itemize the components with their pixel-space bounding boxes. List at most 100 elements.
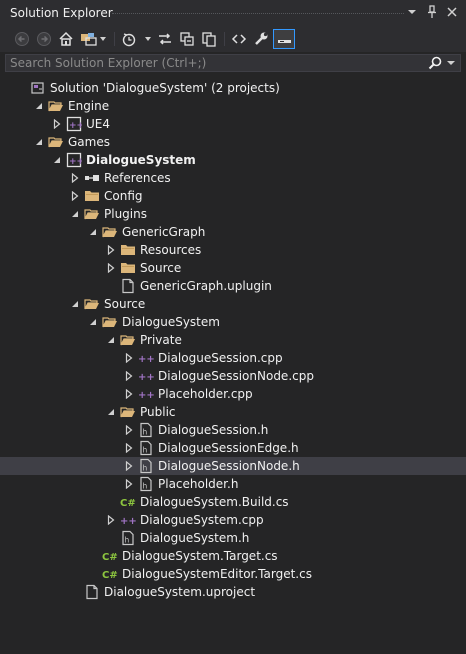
tree-item[interactable]: C# DialogueSystem.Build.cs	[0, 493, 466, 511]
folder-open-icon	[102, 224, 118, 240]
switch-views-icon[interactable]	[79, 30, 109, 48]
collapse-all-icon[interactable]	[178, 30, 196, 48]
tree-item[interactable]: C# DialogueSystem.Target.cs	[0, 547, 466, 565]
title-grip[interactable]	[112, 13, 404, 15]
preview-selected-icon[interactable]	[273, 29, 295, 49]
toolbar-separator	[114, 32, 115, 46]
home-icon[interactable]	[57, 30, 75, 48]
cpp-file-icon: ++	[138, 350, 155, 366]
tree-item[interactable]: Public	[0, 403, 466, 421]
forward-icon[interactable]	[35, 30, 53, 48]
svg-text:h: h	[143, 464, 148, 473]
expanded-arrow-icon[interactable]	[34, 133, 44, 151]
tree-item[interactable]: ++ DialogueSystem.cpp	[0, 511, 466, 529]
folder-icon	[120, 242, 136, 258]
tree-item[interactable]: h DialogueSession.h	[0, 421, 466, 439]
tree-item[interactable]: Resources	[0, 241, 466, 259]
chevron-down-icon[interactable]	[404, 4, 420, 20]
search-icon[interactable]	[428, 56, 442, 70]
tree-item[interactable]: Engine	[0, 97, 466, 115]
tree-item-label: References	[104, 171, 171, 185]
tree-item[interactable]: ++ DialogueSystem	[0, 151, 466, 169]
tree-item-label: Public	[140, 405, 176, 419]
tree-item[interactable]: GenericGraph	[0, 223, 466, 241]
folder-icon	[84, 188, 100, 204]
tree-item[interactable]: ++ Placeholder.cpp	[0, 385, 466, 403]
tree-item[interactable]: Source	[0, 259, 466, 277]
cpp-file-icon: ++	[138, 368, 155, 384]
collapsed-arrow-icon[interactable]	[124, 349, 134, 367]
tree-item-label: DialogueSystemEditor.Target.cs	[122, 567, 312, 581]
cpp-project-icon: ++	[66, 152, 84, 168]
tree-item[interactable]: References	[0, 169, 466, 187]
close-icon[interactable]	[444, 4, 460, 20]
header-file-icon: h	[138, 458, 154, 474]
expanded-arrow-icon[interactable]	[34, 97, 44, 115]
expanded-arrow-icon[interactable]	[88, 223, 98, 241]
tree-item[interactable]: ++ DialogueSession.cpp	[0, 349, 466, 367]
svg-text:h: h	[143, 428, 148, 437]
tree-item[interactable]: h DialogueSessionEdge.h	[0, 439, 466, 457]
view-code-icon[interactable]	[230, 30, 248, 48]
expanded-arrow-icon[interactable]	[70, 205, 80, 223]
svg-text:++: ++	[138, 372, 154, 383]
tree-item[interactable]: h Placeholder.h	[0, 475, 466, 493]
collapsed-arrow-icon[interactable]	[106, 511, 116, 529]
expanded-arrow-icon[interactable]	[70, 295, 80, 313]
title-bar: Solution Explorer	[0, 0, 466, 26]
cpp-file-icon: ++	[138, 386, 155, 402]
tree-item[interactable]: ++ UE4	[0, 115, 466, 133]
collapsed-arrow-icon[interactable]	[70, 187, 80, 205]
svg-text:h: h	[125, 536, 130, 545]
tree-item[interactable]: GenericGraph.uplugin	[0, 277, 466, 295]
collapsed-arrow-icon[interactable]	[124, 457, 134, 475]
tree-item-label: Resources	[140, 243, 202, 257]
expanded-arrow-icon[interactable]	[106, 331, 116, 349]
tree-item[interactable]: h DialogueSessionNode.h	[0, 457, 466, 475]
search-input[interactable]	[10, 56, 420, 70]
tree-item-label: Config	[104, 189, 143, 203]
tree-item[interactable]: Solution 'DialogueSystem' (2 projects)	[0, 79, 466, 97]
tree-item[interactable]: Games	[0, 133, 466, 151]
expanded-arrow-icon[interactable]	[88, 313, 98, 331]
pending-changes-filter-icon[interactable]	[120, 30, 154, 48]
tree-item[interactable]: Source	[0, 295, 466, 313]
svg-text:++: ++	[138, 390, 154, 401]
tree-item[interactable]: Config	[0, 187, 466, 205]
collapsed-arrow-icon[interactable]	[124, 475, 134, 493]
tree-item-label: GenericGraph	[122, 225, 206, 239]
pin-icon[interactable]	[424, 4, 440, 20]
tree-item-label: Placeholder.h	[158, 477, 239, 491]
folder-open-icon	[102, 314, 118, 330]
file-icon	[120, 278, 136, 294]
collapsed-arrow-icon[interactable]	[106, 241, 116, 259]
tree-item[interactable]: Plugins	[0, 205, 466, 223]
show-all-files-icon[interactable]	[200, 30, 218, 48]
sync-icon[interactable]	[156, 30, 174, 48]
tree-item[interactable]: h DialogueSystem.h	[0, 529, 466, 547]
collapsed-arrow-icon[interactable]	[124, 385, 134, 403]
csharp-file-icon: C#	[102, 566, 118, 582]
expanded-arrow-icon[interactable]	[52, 151, 62, 169]
toolbar	[0, 26, 466, 52]
search-options-chevron-icon[interactable]	[446, 57, 456, 69]
collapsed-arrow-icon[interactable]	[52, 115, 62, 133]
collapsed-arrow-icon[interactable]	[70, 169, 80, 187]
svg-text:C#: C#	[102, 570, 118, 581]
collapsed-arrow-icon[interactable]	[124, 439, 134, 457]
tree-item[interactable]: DialogueSystem	[0, 313, 466, 331]
collapsed-arrow-icon[interactable]	[106, 259, 116, 277]
header-file-icon: h	[138, 422, 154, 438]
back-icon[interactable]	[13, 30, 31, 48]
tree-item[interactable]: DialogueSystem.uproject	[0, 583, 466, 601]
tree-item[interactable]: ++ DialogueSessionNode.cpp	[0, 367, 466, 385]
properties-icon[interactable]	[252, 30, 270, 48]
tree-item-label: DialogueSystem	[86, 153, 196, 167]
tree-item[interactable]: C# DialogueSystemEditor.Target.cs	[0, 565, 466, 583]
csharp-file-icon: C#	[120, 494, 136, 510]
collapsed-arrow-icon[interactable]	[124, 421, 134, 439]
tree-item[interactable]: Private	[0, 331, 466, 349]
expanded-arrow-icon[interactable]	[106, 403, 116, 421]
tree-item-label: Placeholder.cpp	[158, 387, 253, 401]
collapsed-arrow-icon[interactable]	[124, 367, 134, 385]
